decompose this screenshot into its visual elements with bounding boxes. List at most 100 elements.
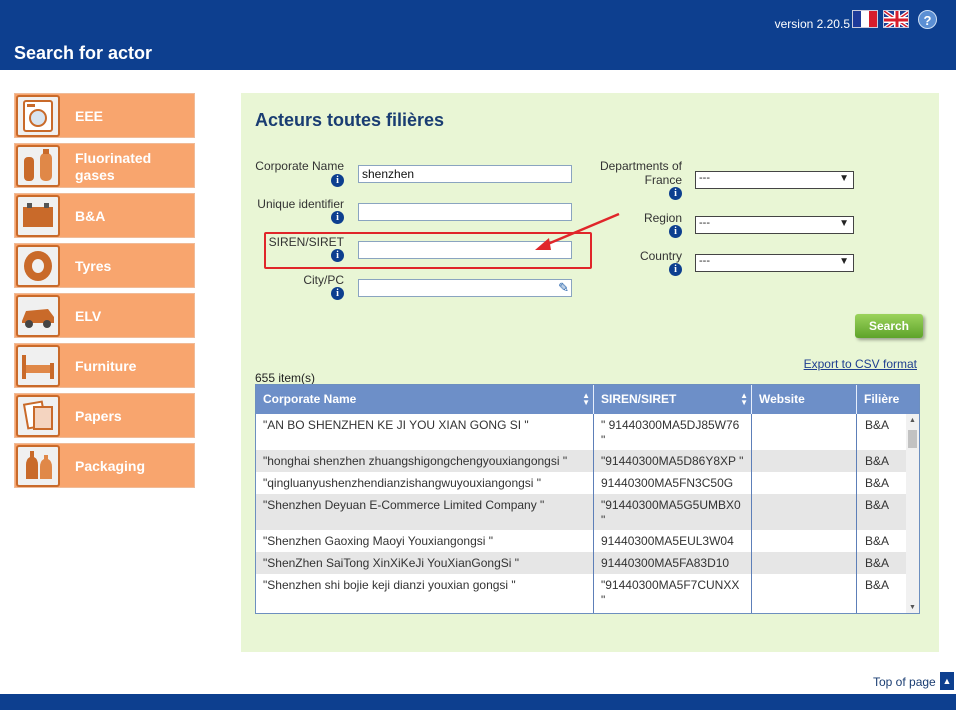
corporate-name-input[interactable] xyxy=(358,165,572,183)
cell-siren: "91440300MA5D86Y8XP " xyxy=(601,454,744,468)
chevron-down-icon: ▼ xyxy=(839,256,849,267)
tyre-icon xyxy=(16,245,60,287)
sidebar-item-furniture[interactable]: Furniture xyxy=(14,343,195,388)
cell-filiere: B&A xyxy=(865,454,890,468)
sidebar-item-fluorinated-gases[interactable]: Fluorinated gases xyxy=(14,143,195,188)
table-scrollbar[interactable]: ▲ ▼ xyxy=(906,414,919,613)
panel-title: Acteurs toutes filières xyxy=(255,110,445,130)
city-pc-input[interactable]: ✎ xyxy=(358,279,572,297)
sidebar-item-ba[interactable]: B&A xyxy=(14,193,195,238)
cell-filiere: B&A xyxy=(865,418,890,432)
sidebar-item-eee[interactable]: EEE xyxy=(14,93,195,138)
cell-corporate-name: "AN BO SHENZHEN KE JI YOU XIAN GONG SI " xyxy=(263,418,529,432)
cell-siren: " 91440300MA5DJ85W76 " xyxy=(601,418,740,447)
cell-siren: "91440300MA5G5UMBX0 " xyxy=(601,498,741,527)
city-pc-label: City/PC xyxy=(303,273,344,287)
sidebar-item-label: Tyres xyxy=(75,258,112,274)
sidebar-item-label: Furniture xyxy=(75,358,137,374)
column-divider xyxy=(856,414,857,613)
region-label: Region xyxy=(643,211,682,225)
arrow-up-icon[interactable]: ▲ xyxy=(940,672,954,690)
footer-bar xyxy=(0,694,956,710)
info-icon[interactable]: i xyxy=(669,187,682,200)
search-panel: Acteurs toutes filières Corporate Name i… xyxy=(241,93,939,652)
corporate-name-label: Corporate Name xyxy=(255,159,344,173)
country-select[interactable]: --- ▼ xyxy=(695,254,854,272)
page-title: Search for actor xyxy=(14,43,153,63)
sort-icon[interactable]: ▲ ▼ xyxy=(740,392,748,407)
cell-corporate-name: "Shenzhen Gaoxing Maoyi Youxiangongsi " xyxy=(263,534,494,548)
cell-corporate-name: "Shenzhen Deyuan E-Commerce Limited Comp… xyxy=(263,498,545,512)
table-header: Corporate Name ▲ ▼ SIREN/SIRET ▲ ▼ Website… xyxy=(256,385,919,414)
gas-cylinder-icon xyxy=(16,145,60,187)
scrollbar-thumb[interactable] xyxy=(908,430,917,448)
uk-flag-icon[interactable] xyxy=(883,10,909,28)
unique-identifier-label: Unique identifier xyxy=(257,197,344,211)
cell-filiere: B&A xyxy=(865,476,890,490)
chevron-down-icon: ▼ xyxy=(839,218,849,229)
info-icon[interactable]: i xyxy=(331,211,344,224)
info-icon[interactable]: i xyxy=(331,174,344,187)
chevron-down-icon: ▼ xyxy=(839,173,849,184)
table-row[interactable]: "Shenzhen Deyuan E-Commerce Limited Comp… xyxy=(256,494,908,530)
sidebar-item-label: Packaging xyxy=(75,458,146,474)
sidebar-item-elv[interactable]: ELV xyxy=(14,293,195,338)
column-header-siren[interactable]: SIREN/SIRET ▲ ▼ xyxy=(594,385,752,414)
search-button[interactable]: Search xyxy=(855,314,923,338)
battery-icon xyxy=(16,195,60,237)
table-row[interactable]: "AN BO SHENZHEN KE JI YOU XIAN GONG SI "… xyxy=(256,414,908,450)
cell-corporate-name: "ShenZhen SaiTong XinXiKeJi YouXianGongS… xyxy=(263,556,520,570)
sidebar-item-papers[interactable]: Papers xyxy=(14,393,195,438)
version-label: version 2.20.5 xyxy=(774,17,850,31)
top-banner: version 2.20.5 ? Search for actor xyxy=(0,0,956,70)
table-row[interactable]: "honghai shenzhen zhuangshigongchengyoux… xyxy=(256,450,908,472)
departments-label: Departments of France xyxy=(599,159,682,187)
sidebar-item-packaging[interactable]: Packaging xyxy=(14,443,195,488)
cell-filiere: B&A xyxy=(865,498,890,512)
export-csv-link[interactable]: Export to CSV format xyxy=(804,357,917,371)
sidebar-item-label: EEE xyxy=(75,108,104,124)
car-icon xyxy=(16,295,60,337)
help-icon[interactable]: ? xyxy=(918,10,937,29)
table-row[interactable]: "ShenZhen SaiTong XinXiKeJi YouXianGongS… xyxy=(256,552,908,574)
cell-corporate-name: "honghai shenzhen zhuangshigongchengyoux… xyxy=(263,454,568,468)
bottles-icon xyxy=(16,445,60,487)
cell-corporate-name: "qingluanyushenzhendianzishangwuyouxiang… xyxy=(263,476,542,490)
table-row[interactable]: "Shenzhen shi bojie keji dianzi youxian … xyxy=(256,574,908,613)
bed-icon xyxy=(16,345,60,387)
column-header-corporate-name[interactable]: Corporate Name ▲ ▼ xyxy=(256,385,594,414)
cell-siren: 91440300MA5FN3C50G xyxy=(601,476,734,490)
column-header-filiere[interactable]: Filière xyxy=(857,385,919,414)
sort-icon[interactable]: ▲ ▼ xyxy=(582,392,590,407)
scroll-down-icon[interactable]: ▼ xyxy=(909,604,916,611)
table-row[interactable]: "Shenzhen Gaoxing Maoyi Youxiangongsi " … xyxy=(256,530,908,552)
scroll-up-icon[interactable]: ▲ xyxy=(909,417,916,424)
sidebar-item-tyres[interactable]: Tyres xyxy=(14,243,195,288)
top-of-page-link[interactable]: Top of page xyxy=(873,675,936,689)
sidebar-item-label: B&A xyxy=(75,208,106,224)
french-flag-icon[interactable] xyxy=(852,10,878,28)
results-table: Corporate Name ▲ ▼ SIREN/SIRET ▲ ▼ Website… xyxy=(255,384,920,614)
cell-filiere: B&A xyxy=(865,556,890,570)
column-divider xyxy=(751,414,752,613)
sidebar-item-label: Fluorinated gases xyxy=(75,149,152,183)
table-row[interactable]: "qingluanyushenzhendianzishangwuyouxiang… xyxy=(256,472,908,494)
cell-siren: 91440300MA5FA83D10 xyxy=(601,556,730,570)
departments-select[interactable]: --- ▼ xyxy=(695,171,854,189)
sidebar-item-label: Papers xyxy=(75,408,122,424)
sidebar-item-label: ELV xyxy=(75,308,102,324)
cell-siren: "91440300MA5F7CUNXX " xyxy=(601,578,740,607)
info-icon[interactable]: i xyxy=(669,263,682,276)
info-icon[interactable]: i xyxy=(331,287,344,300)
column-header-website[interactable]: Website xyxy=(752,385,857,414)
cell-filiere: B&A xyxy=(865,578,890,592)
region-select[interactable]: --- ▼ xyxy=(695,216,854,234)
pencil-icon[interactable]: ✎ xyxy=(558,280,569,296)
info-icon[interactable]: i xyxy=(669,225,682,238)
paper-icon xyxy=(16,395,60,437)
item-count: 655 item(s) xyxy=(255,371,316,385)
cell-siren: 91440300MA5EUL3W04 xyxy=(601,534,734,548)
country-label: Country xyxy=(639,249,682,263)
column-divider xyxy=(593,414,594,613)
washing-machine-icon xyxy=(16,95,60,137)
